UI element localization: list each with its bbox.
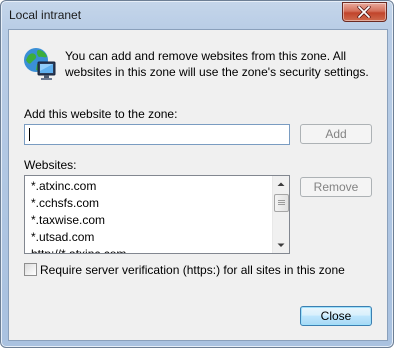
window-title: Local intranet [9,8,82,22]
websites-scrollbar[interactable] [272,176,289,253]
close-button[interactable]: Close [300,306,372,326]
scrollbar-thumb[interactable] [274,194,289,212]
require-https-label[interactable]: Require server verification (https:) for… [40,263,345,277]
list-item[interactable]: *.utsad.com [25,229,273,246]
text-caret [29,128,30,141]
websites-label: Websites: [24,158,77,172]
websites-list-items: *.atxinc.com *.cchsfs.com *.taxwise.com … [25,178,273,253]
add-website-input[interactable] [24,124,290,145]
window-close-button[interactable] [342,2,387,22]
close-icon [357,6,371,18]
list-item[interactable]: *.taxwise.com [25,212,273,229]
websites-list[interactable]: *.atxinc.com *.cchsfs.com *.taxwise.com … [24,175,290,254]
dialog-window: Local intranet You can add and remove we… [0,0,394,348]
scroll-down-arrow-icon[interactable] [273,237,289,253]
list-item[interactable]: *.atxinc.com [25,178,273,195]
add-website-label: Add this website to the zone: [24,107,178,121]
list-item[interactable]: http://*.atxinc.com [25,246,273,253]
intranet-globe-icon [24,48,56,80]
list-item[interactable]: *.cchsfs.com [25,195,273,212]
require-https-checkbox[interactable] [24,263,37,276]
scroll-up-arrow-icon[interactable] [273,176,289,192]
zone-description: You can add and remove websites from thi… [65,49,369,79]
add-button[interactable]: Add [300,124,372,144]
dialog-body: You can add and remove websites from thi… [8,29,388,341]
title-bar[interactable]: Local intranet [1,1,393,29]
remove-button[interactable]: Remove [300,177,372,197]
